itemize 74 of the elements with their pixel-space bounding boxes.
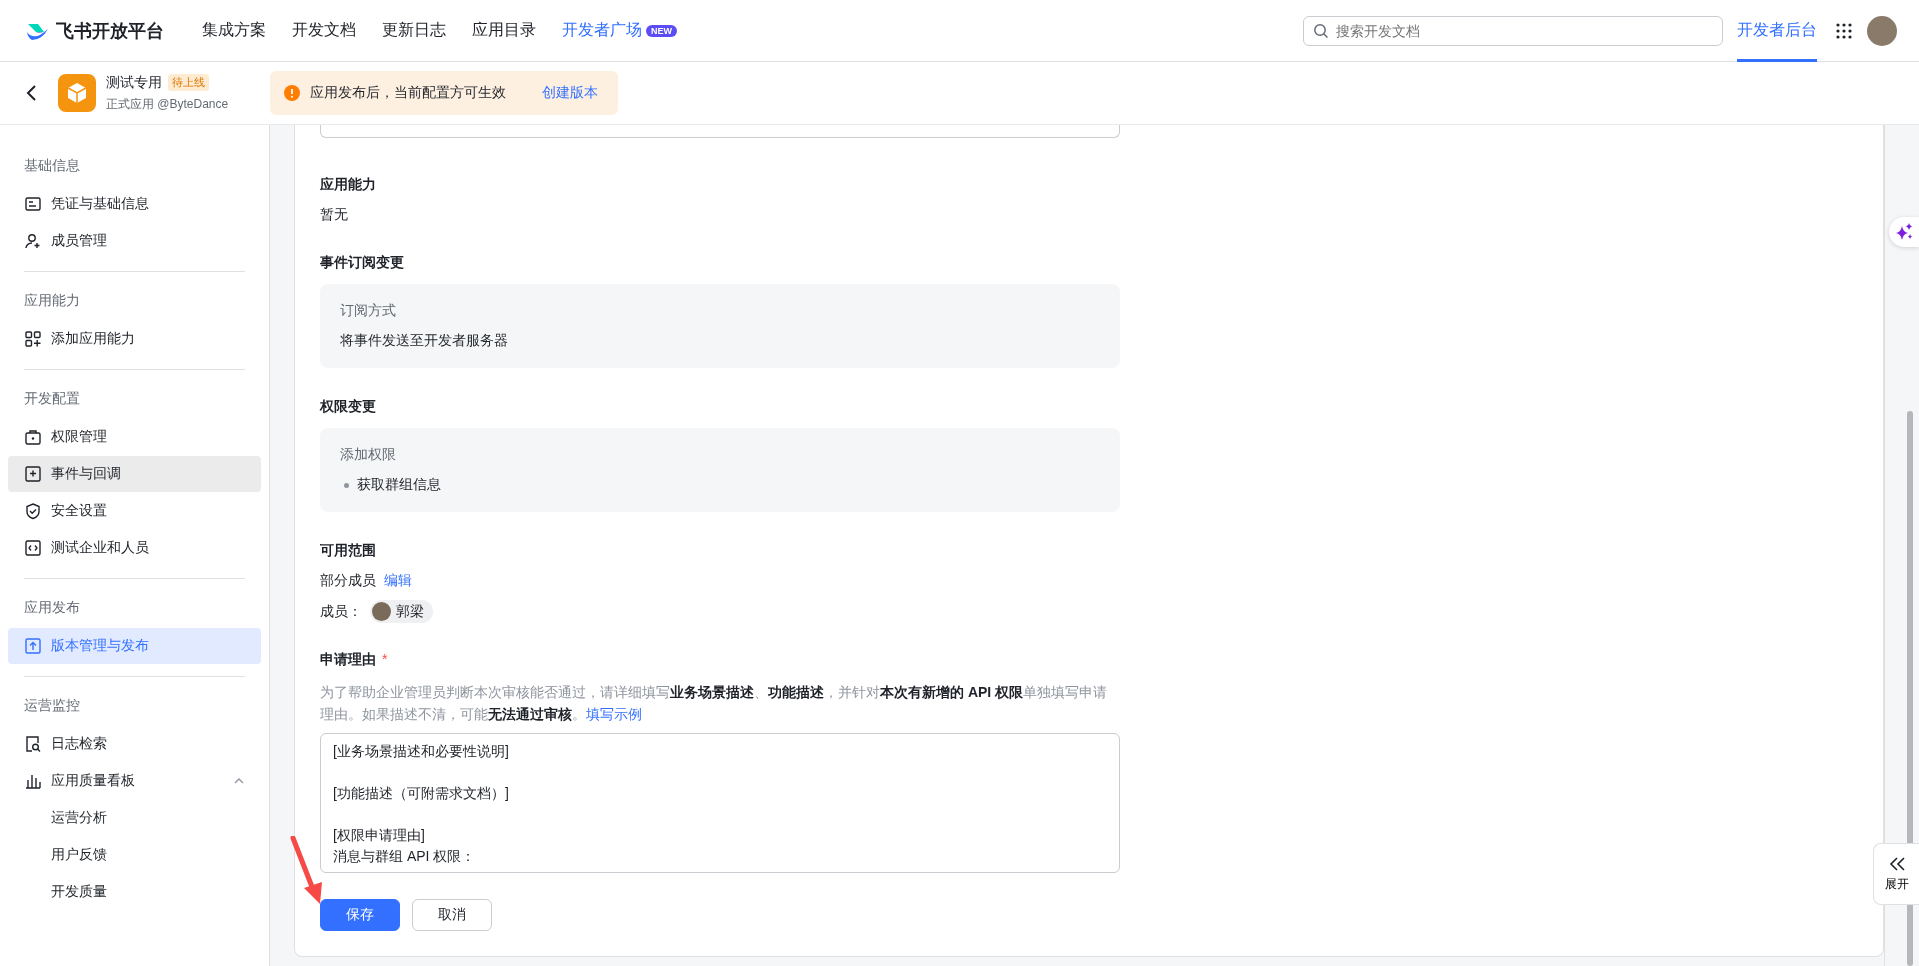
bar-chart-icon (24, 772, 42, 790)
sidebar-item[interactable]: 测试企业和人员 (8, 530, 261, 566)
info-value: 将事件发送至开发者服务器 (340, 332, 509, 350)
cancel-button[interactable]: 取消 (412, 899, 492, 931)
warning-icon (284, 85, 301, 101)
info-label: 订阅方式 (340, 302, 397, 320)
sidebar-item[interactable]: 开发质量 (8, 874, 261, 910)
expand-button[interactable]: 展开 (1873, 843, 1919, 905)
info-label: 添加权限 (340, 446, 397, 464)
example-link[interactable]: 填写示例 (586, 706, 642, 722)
sidebar-item[interactable]: 权限管理 (8, 419, 261, 455)
section-heading: 申请理由 (320, 651, 376, 667)
input-field[interactable] (320, 125, 1120, 138)
app-name: 测试专用 (106, 73, 162, 92)
scope-value: 部分成员 (320, 572, 376, 590)
section-heading: 可用范围 (320, 542, 377, 560)
grid-plus-icon (24, 330, 42, 348)
user-add-icon (24, 232, 42, 250)
permission-item: 获取群组信息 (357, 476, 441, 494)
double-chevron-icon (1887, 855, 1906, 872)
reason-field[interactable]: [业务场景描述和必要性说明] [功能描述（可附需求文档）] [权限申请理由] 消息与群组 API 权限： (320, 733, 1120, 873)
edit-link[interactable]: 编辑 (384, 572, 412, 590)
save-button[interactable]: 保存 (320, 899, 400, 931)
section-title: 基础信息 (23, 156, 81, 175)
upload-icon (24, 637, 42, 655)
arrow-annotation (290, 836, 324, 906)
app-subtitle: 正式应用 @ByteDance (106, 95, 229, 113)
sidebar-item[interactable]: 运营分析 (8, 800, 261, 836)
section-title: 应用发布 (23, 598, 81, 617)
nav-link[interactable]: 集成方案 (202, 20, 266, 41)
back-icon[interactable] (26, 84, 38, 102)
avatar[interactable] (1867, 15, 1897, 46)
status-badge: 待上线 (168, 74, 209, 91)
search-icon (1313, 22, 1329, 39)
code-icon (24, 539, 42, 557)
id-card-icon (24, 195, 42, 213)
sidebar-item[interactable]: 用户反馈 (8, 837, 261, 873)
apps-grid-icon[interactable] (1835, 21, 1853, 40)
capability-value: 暂无 (320, 206, 349, 224)
section-title: 应用能力 (23, 291, 81, 310)
search-field[interactable]: 搜索开发文档 (1303, 15, 1723, 46)
sidebar-item[interactable]: 日志检索 (8, 726, 261, 762)
required-mark: * (382, 651, 388, 667)
member-avatar (372, 602, 391, 621)
new-badge: NEW (646, 24, 677, 37)
section-heading: 应用能力 (320, 176, 377, 194)
nav-link[interactable]: 开发者广场 NEW (562, 20, 677, 41)
section-title: 运营监控 (23, 696, 81, 715)
sidebar-item[interactable]: 添加应用能力 (8, 321, 261, 357)
plus-square-icon (24, 465, 42, 483)
section-heading: 权限变更 (320, 398, 377, 416)
briefcase-icon (24, 428, 42, 446)
ai-assistant-button[interactable] (1889, 217, 1919, 247)
sidebar-item[interactable]: 事件与回调 (8, 456, 261, 492)
shield-check-icon (24, 502, 42, 520)
nav-link[interactable]: 开发文档 (292, 20, 356, 41)
members-label: 成员： (320, 602, 362, 621)
file-search-icon (24, 735, 42, 753)
cube-icon (65, 81, 89, 105)
sidebar-item[interactable]: 凭证与基础信息 (8, 186, 261, 222)
section-title: 开发配置 (23, 389, 81, 408)
notice-text: 应用发布后，当前配置方可生效 (310, 84, 507, 102)
logo-text: 飞书开放平台 (56, 19, 164, 43)
sidebar-item[interactable]: 成员管理 (8, 223, 261, 259)
section-heading: 事件订阅变更 (320, 254, 405, 272)
reason-description: 为了帮助企业管理员判断本次审核能否通过，请详细填写业务场景描述、功能描述，并针对本次有新增的 API 权限单独填写申请理由。如果描述不清，可能无法通过审核。填写示例 (320, 683, 1109, 724)
member-chip: 郭梁 (370, 600, 433, 623)
bullet-icon (344, 482, 349, 488)
sidebar-item[interactable]: 应用质量看板 (8, 763, 261, 799)
sidebar-item[interactable]: 安全设置 (8, 493, 261, 529)
create-version-link[interactable]: 创建版本 (542, 84, 599, 102)
nav-link[interactable]: 应用目录 (472, 20, 536, 41)
sidebar-item[interactable]: 版本管理与发布 (8, 628, 261, 664)
nav-link[interactable]: 更新日志 (382, 20, 446, 41)
